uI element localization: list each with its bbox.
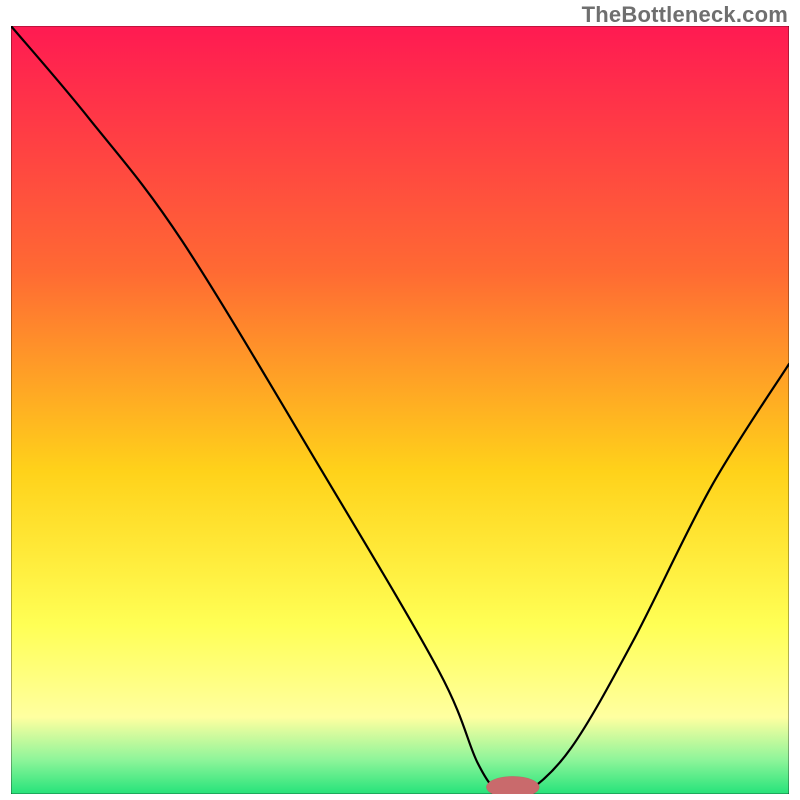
watermark-text: TheBottleneck.com	[582, 2, 788, 28]
bottleneck-plot	[11, 26, 789, 794]
chart-frame: TheBottleneck.com	[0, 0, 800, 800]
gradient-field	[11, 26, 789, 794]
